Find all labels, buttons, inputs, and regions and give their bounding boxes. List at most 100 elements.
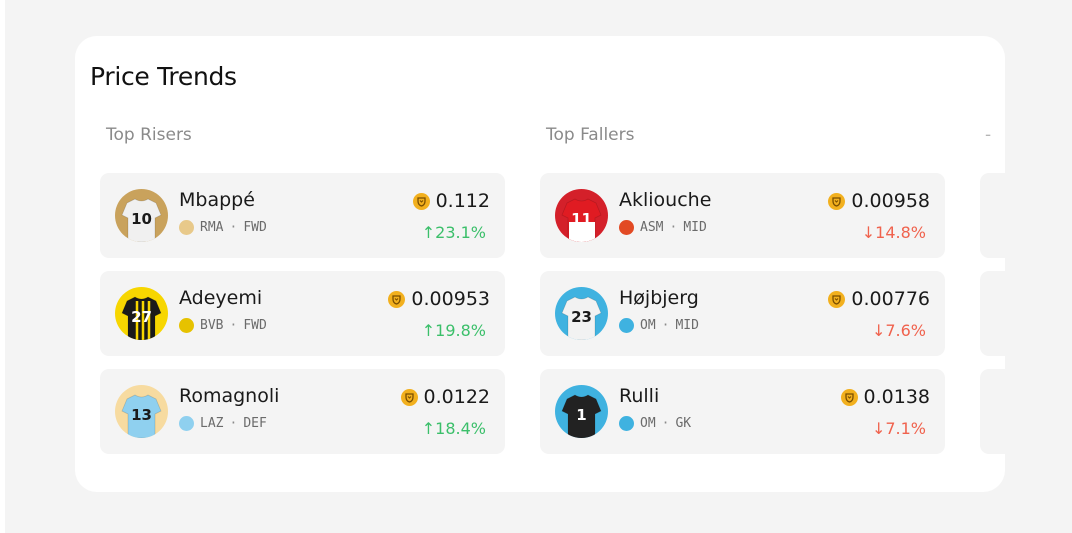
change-value: 18.4% (435, 419, 486, 438)
price-trends-card: Price Trends Top Risers Top Fallers - 10… (75, 36, 1005, 492)
player-name: Adeyemi (179, 287, 263, 309)
club-code: LAZ (200, 416, 224, 431)
faller-row-3[interactable]: 1 Rulli OM · GK 0.0138 ↓7.1% (540, 369, 945, 454)
svg-text:10: 10 (131, 210, 152, 228)
player-position: FWD (243, 220, 267, 235)
price-change: ↓14.8% (862, 223, 926, 242)
player-avatar: 13 (115, 385, 168, 438)
list-item[interactable] (980, 271, 1005, 356)
player-name: Højbjerg (619, 287, 699, 309)
riser-row-1[interactable]: 10 Mbappé RMA · FWD 0.112 ↑23.1% (100, 173, 505, 258)
player-avatar: 1 (555, 385, 608, 438)
arrow-down-icon: ↓ (871, 321, 886, 340)
riser-row-2[interactable]: 27 Adeyemi BVB · FWD 0.00953 ↑19.8% (100, 271, 505, 356)
player-meta: OM · GK (619, 416, 691, 431)
coin-icon (840, 388, 858, 406)
change-value: 7.6% (885, 321, 926, 340)
player-position: MID (675, 318, 699, 333)
price-value: 0.112 (435, 190, 490, 212)
coin-icon (828, 192, 846, 210)
arrow-down-icon: ↓ (871, 419, 886, 438)
player-price: 0.0122 (400, 386, 490, 408)
svg-text:11: 11 (571, 210, 592, 228)
player-price: 0.00776 (828, 288, 930, 310)
separator-dot: · (661, 416, 670, 431)
left-edge (0, 0, 5, 533)
club-code: BVB (200, 318, 224, 333)
player-meta: RMA · FWD (179, 220, 267, 235)
club-code: OM (640, 318, 656, 333)
change-value: 14.8% (875, 223, 926, 242)
player-price: 0.00958 (828, 190, 930, 212)
player-avatar: 11 (555, 189, 608, 242)
svg-text:23: 23 (571, 308, 592, 326)
arrow-down-icon: ↓ (861, 223, 876, 242)
change-value: 19.8% (435, 321, 486, 340)
price-change: ↓7.1% (872, 419, 926, 438)
player-position: FWD (243, 318, 267, 333)
player-avatar: 23 (555, 287, 608, 340)
riser-row-3[interactable]: 13 Romagnoli LAZ · DEF 0.0122 ↑18.4% (100, 369, 505, 454)
player-position: MID (683, 220, 707, 235)
price-value: 0.00958 (851, 190, 930, 212)
player-meta: LAZ · DEF (179, 416, 267, 431)
list-item[interactable] (980, 369, 1005, 454)
card-title: Price Trends (90, 62, 237, 91)
player-meta: BVB · FWD (179, 318, 267, 333)
club-badge-icon (619, 220, 634, 235)
separator-dot: · (661, 318, 670, 333)
player-name: Akliouche (619, 189, 712, 211)
overflow-column (980, 173, 1005, 467)
list-item[interactable] (980, 173, 1005, 258)
coin-icon (828, 290, 846, 308)
player-avatar: 27 (115, 287, 168, 340)
arrow-up-icon: ↑ (421, 223, 436, 242)
club-badge-icon (179, 318, 194, 333)
separator-dot: · (229, 318, 238, 333)
price-change: ↑18.4% (422, 419, 486, 438)
player-name: Romagnoli (179, 385, 280, 407)
faller-row-1[interactable]: 11 Akliouche ASM · MID 0.00958 ↓14.8% (540, 173, 945, 258)
arrow-up-icon: ↑ (421, 419, 436, 438)
player-price: 0.112 (412, 190, 490, 212)
change-value: 23.1% (435, 223, 486, 242)
club-code: RMA (200, 220, 224, 235)
club-code: ASM (640, 220, 664, 235)
separator-dot: · (669, 220, 678, 235)
separator-dot: · (229, 220, 238, 235)
coin-icon (400, 388, 418, 406)
hidden-section-title: - (985, 125, 992, 145)
risers-list: 10 Mbappé RMA · FWD 0.112 ↑23.1% 27 Adey… (100, 173, 505, 467)
svg-text:1: 1 (576, 406, 586, 424)
price-value: 0.0138 (863, 386, 930, 408)
arrow-up-icon: ↑ (421, 321, 436, 340)
player-price: 0.0138 (840, 386, 930, 408)
price-value: 0.00776 (851, 288, 930, 310)
separator-dot: · (229, 416, 238, 431)
player-price: 0.00953 (388, 288, 490, 310)
player-name: Mbappé (179, 189, 255, 211)
price-change: ↑19.8% (422, 321, 486, 340)
club-code: OM (640, 416, 656, 431)
price-change: ↓7.6% (872, 321, 926, 340)
price-change: ↑23.1% (422, 223, 486, 242)
club-badge-icon (619, 416, 634, 431)
player-avatar: 10 (115, 189, 168, 242)
club-badge-icon (619, 318, 634, 333)
price-value: 0.0122 (423, 386, 490, 408)
change-value: 7.1% (885, 419, 926, 438)
fallers-list: 11 Akliouche ASM · MID 0.00958 ↓14.8% 23… (540, 173, 945, 467)
player-position: DEF (243, 416, 267, 431)
club-badge-icon (179, 220, 194, 235)
player-meta: ASM · MID (619, 220, 707, 235)
price-value: 0.00953 (411, 288, 490, 310)
player-name: Rulli (619, 385, 660, 407)
player-meta: OM · MID (619, 318, 699, 333)
faller-row-2[interactable]: 23 Højbjerg OM · MID 0.00776 ↓7.6% (540, 271, 945, 356)
club-badge-icon (179, 416, 194, 431)
top-fallers-title: Top Fallers (546, 125, 635, 145)
coin-icon (388, 290, 406, 308)
player-position: GK (675, 416, 692, 431)
top-risers-title: Top Risers (106, 125, 192, 145)
svg-text:13: 13 (131, 406, 152, 424)
